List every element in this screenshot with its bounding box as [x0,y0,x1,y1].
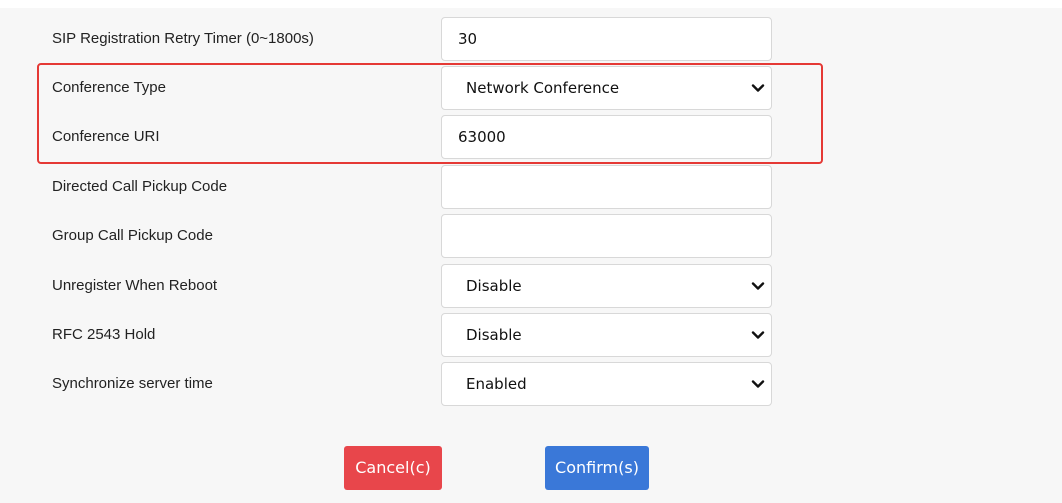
cancel-button[interactable]: Cancel(c) [344,446,442,490]
label-rfc-2543-hold: RFC 2543 Hold [52,326,156,343]
row-sip-registration-retry-timer: SIP Registration Retry Timer (0~1800s) 3… [0,17,1062,61]
label-sip-registration-retry-timer: SIP Registration Retry Timer (0~1800s) [52,30,314,47]
row-conference-uri: Conference URI 63000 [0,115,1062,159]
sip-registration-retry-timer-input[interactable]: 30 [441,17,772,61]
unregister-when-reboot-select[interactable]: Disable [441,264,772,308]
conference-uri-value: 63000 [458,128,506,146]
top-strip [0,0,1062,8]
label-unregister-when-reboot: Unregister When Reboot [52,277,218,294]
row-synchronize-server-time: Synchronize server time Enabled [0,362,1062,406]
chevron-down-icon [751,282,765,290]
conference-uri-input[interactable]: 63000 [441,115,772,159]
group-call-pickup-code-input[interactable] [441,214,772,258]
row-rfc-2543-hold: RFC 2543 Hold Disable [0,313,1062,357]
row-conference-type: Conference Type Network Conference [0,66,1062,110]
row-directed-call-pickup-code: Directed Call Pickup Code [0,165,1062,209]
conference-type-select[interactable]: Network Conference [441,66,772,110]
synchronize-server-time-select[interactable]: Enabled [441,362,772,406]
label-directed-call-pickup-code: Directed Call Pickup Code [52,178,228,195]
label-conference-type: Conference Type [52,79,166,96]
confirm-button[interactable]: Confirm(s) [545,446,649,490]
rfc-2543-hold-value: Disable [466,326,522,344]
sip-registration-retry-timer-value: 30 [458,30,478,48]
chevron-down-icon [751,380,765,388]
row-unregister-when-reboot: Unregister When Reboot Disable [0,264,1062,308]
chevron-down-icon [751,84,765,92]
label-synchronize-server-time: Synchronize server time [52,375,213,392]
conference-type-value: Network Conference [466,79,620,97]
directed-call-pickup-code-input[interactable] [441,165,772,209]
row-group-call-pickup-code: Group Call Pickup Code [0,214,1062,258]
synchronize-server-time-value: Enabled [466,375,527,393]
chevron-down-icon [751,331,765,339]
label-conference-uri: Conference URI [52,128,160,145]
settings-panel: SIP Registration Retry Timer (0~1800s) 3… [0,0,1062,503]
unregister-when-reboot-value: Disable [466,277,522,295]
rfc-2543-hold-select[interactable]: Disable [441,313,772,357]
label-group-call-pickup-code: Group Call Pickup Code [52,227,213,244]
